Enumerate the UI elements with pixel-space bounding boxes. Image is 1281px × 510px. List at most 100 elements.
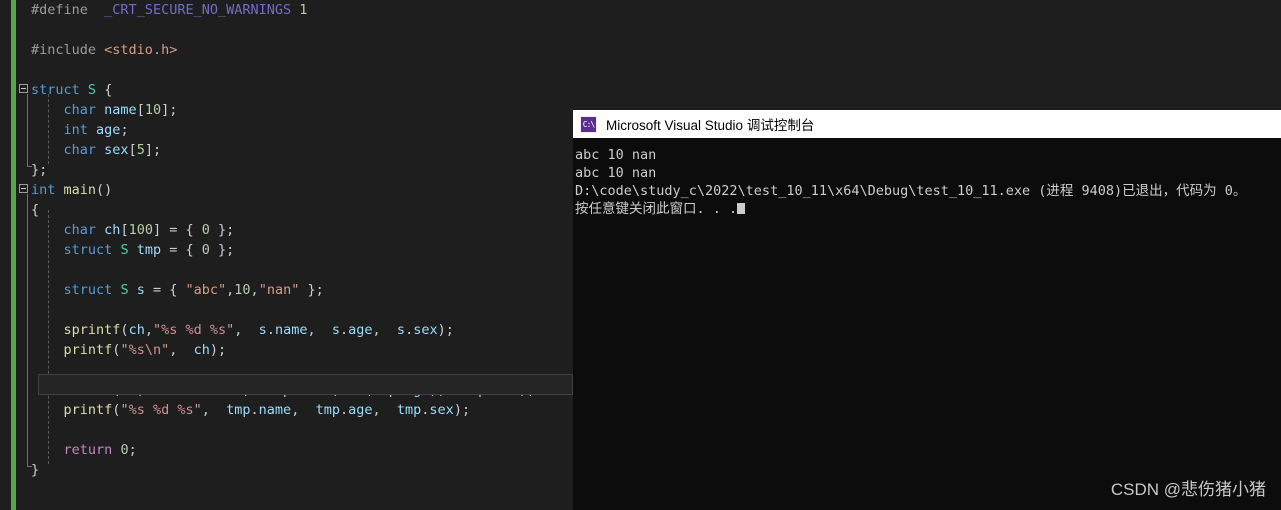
token-punc: } bbox=[31, 462, 40, 478]
token-kw: struct bbox=[31, 82, 80, 98]
token-fn: printf bbox=[63, 342, 113, 358]
token-punc: , bbox=[372, 322, 397, 338]
error-squiggly-underline bbox=[64, 390, 498, 394]
console-output[interactable]: abc 10 nan abc 10 nan D:\code\study_c\2022… bbox=[573, 138, 1281, 510]
code-line-text: sprintf(ch,"%s %d %s", s.name, s.age, s.… bbox=[31, 320, 454, 340]
console-line: 按任意键关闭此窗口. . . bbox=[575, 200, 1281, 218]
token-punc: }; bbox=[299, 282, 324, 298]
token-macro: _CRT_SECURE_NO_WARNINGS bbox=[104, 2, 292, 18]
token-punc: ]; bbox=[144, 142, 162, 158]
token-punc: , bbox=[144, 322, 153, 338]
code-text-area[interactable]: #define _CRT_SECURE_NO_WARNINGS 1 #includ… bbox=[0, 0, 573, 510]
token-kw: char bbox=[63, 102, 97, 118]
token-type: S bbox=[120, 242, 129, 258]
token-fn: main bbox=[63, 182, 97, 198]
token-fmt: \n bbox=[144, 342, 162, 358]
token-kw: int bbox=[63, 122, 88, 138]
console-cursor bbox=[737, 203, 746, 214]
indent-guide bbox=[48, 94, 49, 164]
token-str: " bbox=[152, 322, 162, 338]
code-line-text: int main() bbox=[31, 180, 112, 200]
token-var: ch bbox=[128, 322, 145, 338]
token-fmt: %s %d %s bbox=[128, 402, 194, 418]
console-title-label: Microsoft Visual Studio 调试控制台 bbox=[606, 118, 815, 133]
token-punc: ); bbox=[437, 322, 454, 338]
code-line-text: char sex[5]; bbox=[31, 140, 162, 160]
console-window[interactable]: C:\ Microsoft Visual Studio 调试控制台 abc 10… bbox=[573, 110, 1281, 510]
token-var: name bbox=[104, 102, 137, 118]
token-punc: ); bbox=[453, 402, 471, 418]
token-punc: ]; bbox=[161, 102, 178, 118]
token-punc: [ bbox=[136, 102, 145, 118]
token-punc: { bbox=[104, 82, 113, 98]
token-var: s bbox=[396, 322, 406, 338]
token-str: <stdio.h> bbox=[104, 42, 178, 58]
token-num: 10 bbox=[234, 282, 251, 298]
token-fmt: %s %d %s bbox=[161, 322, 227, 338]
console-title-bar[interactable]: C:\ Microsoft Visual Studio 调试控制台 bbox=[573, 110, 1281, 138]
token-str: " bbox=[120, 342, 129, 358]
code-line-text: struct S s = { "abc",10,"nan" }; bbox=[31, 280, 324, 300]
token-punc: . bbox=[266, 322, 275, 338]
token-num: 0 bbox=[201, 242, 210, 258]
console-line: abc 10 nan bbox=[575, 165, 657, 181]
token-num: 10 bbox=[144, 102, 162, 118]
token-punc: [ bbox=[120, 222, 129, 238]
token-num: 0 bbox=[120, 442, 129, 458]
token-punc: , bbox=[169, 342, 194, 358]
token-str: " bbox=[120, 402, 129, 418]
indent-guide bbox=[48, 210, 49, 464]
token-var: s bbox=[258, 322, 267, 338]
code-line-text: char ch[100] = { 0 }; bbox=[31, 220, 235, 240]
console-line: D:\code\study_c\2022\test_10_11\x64\Debu… bbox=[575, 183, 1247, 199]
console-app-icon: C:\ bbox=[580, 115, 597, 133]
code-line-text: return 0; bbox=[31, 440, 137, 460]
token-var: name bbox=[258, 402, 292, 418]
token-punc: , bbox=[250, 282, 259, 298]
token-punc: . bbox=[339, 402, 349, 418]
fold-region-rail bbox=[27, 194, 28, 466]
token-punc: () bbox=[96, 182, 113, 198]
code-line-text: int age; bbox=[31, 120, 129, 140]
code-line-text: #define _CRT_SECURE_NO_WARNINGS 1 bbox=[31, 0, 307, 20]
token-var: tmp bbox=[136, 242, 162, 258]
token-kw: struct bbox=[63, 242, 113, 258]
token-kw: char bbox=[63, 222, 97, 238]
token-punc: = { bbox=[161, 242, 202, 258]
token-var: name bbox=[274, 322, 308, 338]
code-line-text: printf("%s\n", ch); bbox=[31, 340, 227, 360]
token-punc: , bbox=[291, 402, 316, 418]
token-var: ch bbox=[193, 342, 210, 358]
token-num: 5 bbox=[136, 142, 145, 158]
fold-region-rail bbox=[27, 94, 28, 166]
code-line-text: { bbox=[31, 200, 39, 220]
console-line: abc 10 nan bbox=[575, 147, 657, 163]
token-var: sex bbox=[413, 322, 438, 338]
fold-region-rail-foot bbox=[27, 466, 32, 467]
token-type: S bbox=[120, 282, 129, 298]
token-ctrl: return bbox=[63, 442, 113, 458]
fold-region-rail-foot bbox=[27, 166, 32, 167]
token-punc: = { bbox=[144, 282, 186, 298]
collapse-region-icon[interactable] bbox=[19, 184, 28, 193]
token-var: s bbox=[331, 322, 340, 338]
token-var: ch bbox=[104, 222, 121, 238]
token-var: age bbox=[96, 122, 121, 138]
token-var: tmp bbox=[315, 402, 340, 418]
code-line-text: struct S { bbox=[31, 80, 112, 100]
token-fn: sprintf bbox=[63, 322, 121, 338]
token-str: "abc" bbox=[185, 282, 227, 298]
token-var: age bbox=[348, 322, 373, 338]
collapse-region-icon[interactable] bbox=[19, 84, 28, 93]
token-var: tmp bbox=[396, 402, 422, 418]
token-punc: ); bbox=[209, 342, 227, 358]
token-pp: #define bbox=[31, 2, 88, 18]
